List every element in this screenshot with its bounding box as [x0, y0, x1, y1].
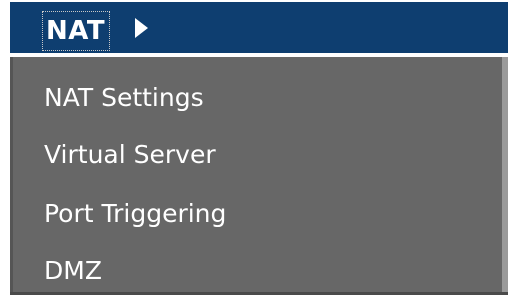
submenu-right-edge [502, 57, 508, 295]
menu-header-title[interactable]: NAT [42, 11, 111, 51]
menu-item-nat-settings[interactable]: NAT Settings [44, 77, 204, 117]
submenu-list: NAT Settings Virtual Server Port Trigger… [10, 57, 508, 295]
menu-item-dmz[interactable]: DMZ [44, 250, 102, 290]
nat-menu: NAT NAT Settings Virtual Server Port Tri… [10, 2, 508, 295]
menu-item-virtual-server[interactable]: Virtual Server [44, 134, 216, 174]
menu-header-nat[interactable]: NAT [10, 2, 508, 57]
submenu-left-edge [10, 57, 13, 295]
submenu-bottom-edge [10, 292, 508, 295]
menu-item-port-triggering[interactable]: Port Triggering [44, 193, 226, 233]
triangle-right-icon [135, 18, 148, 38]
